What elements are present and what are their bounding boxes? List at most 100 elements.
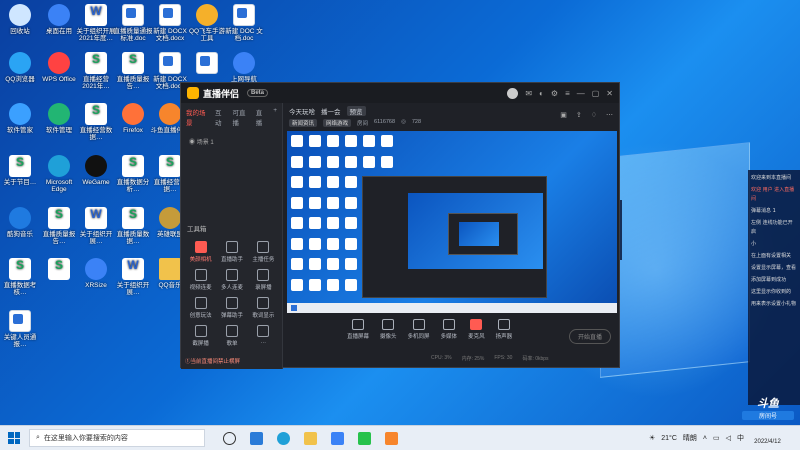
toolbox-item[interactable]: 歌单: [216, 325, 247, 347]
edge-icon[interactable]: [277, 431, 290, 445]
preview-desktop-icon: [327, 196, 339, 209]
toolbox-item[interactable]: 美颜相机: [185, 241, 216, 263]
file-explorer-icon[interactable]: [304, 431, 317, 445]
source-button[interactable]: 多媒体: [441, 319, 457, 340]
preview-button[interactable]: 预览: [346, 106, 366, 116]
toolbox-item[interactable]: 主播任务: [248, 241, 279, 263]
preview-desktop-icon: [345, 278, 357, 291]
toolbox-item[interactable]: 弹幕助手: [216, 297, 247, 319]
source-label: 多机同屏: [407, 334, 430, 340]
desktop-icon[interactable]: 直播数据分析…: [113, 155, 153, 193]
room-tag[interactable]: 新闻资讯: [289, 119, 318, 127]
left-tab[interactable]: 互动: [215, 107, 226, 127]
toolbox-item[interactable]: 歌词显示: [248, 297, 279, 319]
avatar[interactable]: [507, 87, 519, 99]
close-icon[interactable]: ✕: [606, 89, 613, 98]
desktop-icon[interactable]: XRSize: [76, 258, 116, 289]
tray-chevron-icon[interactable]: ˄: [703, 435, 707, 442]
clock[interactable]: 2022/4/12: [740, 427, 795, 447]
source-button[interactable]: 直播屏幕: [347, 319, 369, 340]
desktop-icon[interactable]: 新建 DOC 文档.doc: [224, 4, 264, 42]
desktop-icon-label: QQ浏览器: [5, 76, 35, 83]
desktop-icon[interactable]: 关于组织开展…: [76, 207, 116, 245]
desktop-icon[interactable]: WeGame: [76, 155, 116, 186]
left-tab[interactable]: 我的场景: [186, 107, 209, 127]
desktop-icon[interactable]: 酷狗音乐: [0, 207, 40, 238]
desktop-icon[interactable]: 直播质量数据…: [113, 207, 153, 245]
room-title[interactable]: 今天玩啥: [289, 106, 315, 116]
share-icon[interactable]: ⇪: [576, 111, 582, 119]
desktop-icon[interactable]: 关键人员通报…: [0, 310, 40, 348]
toolbox-item[interactable]: …: [248, 325, 279, 347]
douyu-companion-icon[interactable]: [385, 431, 398, 445]
desktop-icon[interactable]: 软件管理: [39, 103, 79, 134]
room-tag[interactable]: 网络游戏: [323, 119, 352, 127]
desktop-icon[interactable]: 直播质量报告…: [113, 52, 153, 90]
source-button[interactable]: 摄像头: [380, 319, 397, 340]
desktop-icon-image: [85, 103, 107, 125]
taskbar-search[interactable]: ⌕ 在这里输入你要搜索的内容: [29, 429, 205, 447]
mail-icon[interactable]: [331, 431, 344, 445]
gift-icon[interactable]: ▣: [560, 111, 567, 119]
menu-icon[interactable]: ≡: [565, 89, 570, 98]
source-button[interactable]: 扬声器: [496, 319, 512, 340]
desktop-icon[interactable]: 上网导航: [224, 52, 264, 83]
left-tab[interactable]: 直播: [256, 107, 267, 127]
desktop-icon[interactable]: 桌面在用: [39, 4, 79, 35]
desktop-icon[interactable]: 关于组织开展…: [113, 258, 153, 296]
desktop-icon[interactable]: 回收站: [0, 4, 40, 35]
desktop-icon-label: 关于组织开展2021年度…: [76, 28, 116, 42]
live-companion-window: 直播伴侣 Beta ✉ ◐ ⚙ ≡ — ▢ ✕ 我的场景 互动 可直播 直播 + ◉ 场…: [180, 82, 620, 369]
desktop-icon[interactable]: Firefox: [113, 103, 153, 134]
toolbox-item[interactable]: 视频连麦: [185, 269, 216, 291]
eye-icon[interactable]: ◉: [189, 140, 195, 146]
volume-icon[interactable]: ◁: [726, 434, 731, 442]
desktop-icon[interactable]: 直播经营2021年…: [76, 52, 116, 90]
settings-icon[interactable]: ⚙: [551, 89, 558, 98]
desktop-icon[interactable]: QQ飞车手游工具: [187, 4, 227, 42]
desktop-icon[interactable]: [39, 258, 79, 282]
skin-icon[interactable]: ◐: [539, 89, 544, 98]
minimize-icon[interactable]: —: [577, 89, 585, 98]
desktop-icon[interactable]: WPS Office: [39, 52, 79, 83]
go-live-button[interactable]: 开始直播: [568, 329, 611, 344]
source-button[interactable]: 麦克风: [468, 319, 485, 340]
stream-preview[interactable]: [287, 131, 617, 313]
weather-icon: ☀: [648, 435, 656, 442]
toolbox-item[interactable]: 多人连麦: [216, 269, 247, 291]
viewer-count: 728: [411, 119, 422, 125]
desktop-icon[interactable]: Microsoft Edge: [39, 155, 79, 193]
desktop-icon[interactable]: 直播经营数据…: [76, 103, 116, 141]
toolbox-item[interactable]: 直播助手: [216, 241, 247, 263]
temperature[interactable]: 21°C: [661, 435, 677, 442]
preview-desktop-icon: [345, 135, 357, 147]
desktop-icon[interactable]: [187, 52, 227, 76]
desktop-icon[interactable]: 软件管家: [0, 103, 40, 134]
desktop-icon[interactable]: 直播数据考核…: [0, 258, 40, 296]
task-view-icon[interactable]: [223, 431, 236, 445]
scene-item[interactable]: ◉ 场景 1: [181, 131, 282, 152]
network-icon[interactable]: ▭: [713, 434, 720, 442]
left-tab[interactable]: 可直播: [232, 107, 249, 127]
taskbar-app-icon[interactable]: [250, 431, 263, 445]
desktop-icon[interactable]: 直播质量报告…: [39, 207, 79, 245]
add-scene-icon[interactable]: +: [273, 107, 277, 127]
toolbox-item[interactable]: 截屏播: [185, 325, 216, 347]
weather-text[interactable]: 晴朗: [683, 433, 697, 443]
desktop-icon[interactable]: QQ浏览器: [0, 52, 40, 83]
preview-desktop-icon: [291, 258, 303, 270]
preview-desktop-icon: [291, 278, 303, 291]
desktop-icon[interactable]: 关于组织开展2021年度…: [76, 4, 116, 42]
toolbox-item[interactable]: 创意玩法: [185, 297, 216, 319]
wechat-icon[interactable]: [358, 431, 371, 445]
start-button[interactable]: [5, 429, 23, 447]
desktop-icon[interactable]: 关于节目…: [0, 155, 40, 186]
notification-icon[interactable]: ♢: [591, 111, 597, 119]
toolbox-item[interactable]: 录屏播: [248, 269, 279, 291]
desktop-icon[interactable]: 新建 DOCX 文档.docx: [150, 4, 190, 42]
maximize-icon[interactable]: ▢: [592, 89, 600, 98]
desktop-icon[interactable]: 直播质量通报标准.doc: [113, 4, 153, 42]
source-button[interactable]: 多机同屏: [408, 319, 430, 340]
more-icon[interactable]: ⋯: [606, 111, 613, 119]
message-icon[interactable]: ✉: [525, 89, 532, 98]
